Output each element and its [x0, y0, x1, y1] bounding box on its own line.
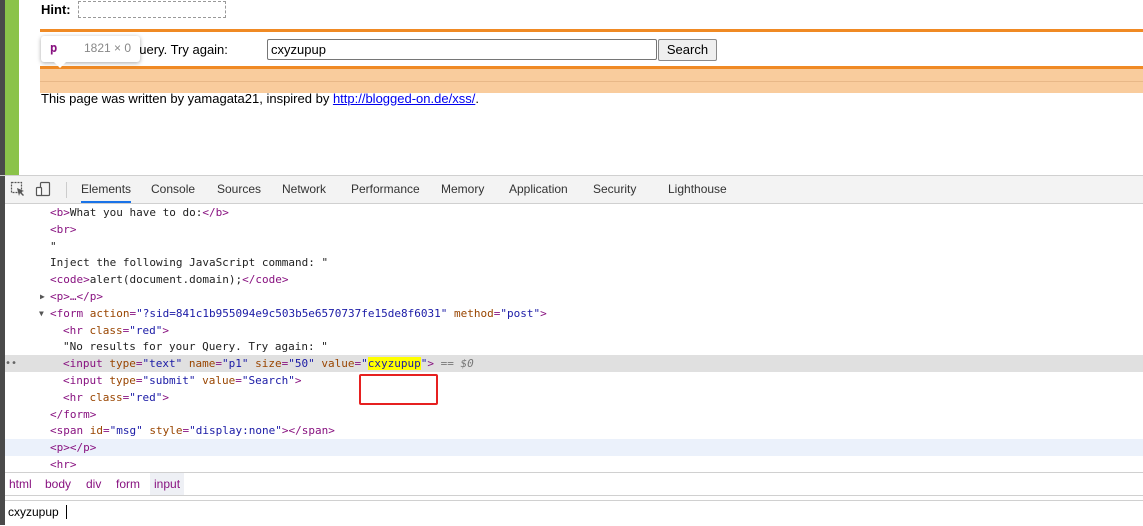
console-input-text: cxyzupup — [8, 505, 59, 519]
breadcrumb-input[interactable]: input — [150, 473, 185, 495]
inspect-icon[interactable] — [10, 181, 26, 197]
dom-node-form-close[interactable]: </form> — [5, 406, 1143, 423]
breadcrumb-body[interactable]: body — [41, 473, 75, 495]
dom-node-p-hovered[interactable]: <p></p> — [5, 439, 1143, 456]
dom-node-hr[interactable]: <hr> — [5, 456, 1143, 472]
footer-text: This page was written by yamagata21, ins… — [41, 91, 479, 106]
hint-label: Hint: — [41, 2, 71, 17]
dom-node-span-msg[interactable]: <span id="msg" style="display:none"></sp… — [5, 422, 1143, 439]
tooltip-dimensions: 1821 × 0 — [84, 41, 132, 55]
tooltip-tag: p — [50, 41, 58, 55]
tab-elements[interactable]: Elements — [81, 176, 132, 203]
dom-node-input-selected[interactable]: •• <input type="text" name="p1" size="50"… — [5, 355, 1143, 372]
tab-security[interactable]: Security — [593, 176, 636, 203]
devtools-panel: Elements Console Sources Network Perform… — [0, 175, 1143, 526]
tooltip-arrow — [54, 62, 66, 68]
hint-box — [78, 1, 226, 18]
text-caret — [66, 505, 67, 519]
dom-node-hr[interactable]: <hr class="red"> — [5, 322, 1143, 339]
tab-application[interactable]: Application — [509, 176, 568, 203]
dom-node-br[interactable]: <br> — [5, 221, 1143, 238]
element-tooltip: p 1821 × 0 — [41, 36, 140, 68]
breadcrumb: html body div form input — [5, 472, 1143, 496]
dom-text-node[interactable]: Inject the following JavaScript command:… — [5, 254, 1143, 271]
tab-console[interactable]: Console — [151, 176, 195, 203]
dom-node-hr[interactable]: <hr class="red"> — [5, 389, 1143, 406]
web-page-viewport: Hint: No results four Query. Try again: … — [0, 0, 1143, 175]
dom-text-node[interactable]: "No results for your Query. Try again: " — [5, 338, 1143, 355]
device-toggle-icon[interactable] — [35, 181, 51, 197]
console-drawer-input[interactable]: cxyzupup — [5, 500, 1143, 526]
toolbar-separator — [66, 182, 67, 198]
devtools-toolbar: Elements Console Sources Network Perform… — [5, 176, 1143, 204]
tab-network[interactable]: Network — [282, 176, 326, 203]
breadcrumb-div[interactable]: div — [82, 473, 105, 495]
elements-tree: <b>What you have to do:</b> <br> " Injec… — [5, 204, 1143, 472]
dom-node-code[interactable]: <code>alert(document.domain);</code> — [5, 271, 1143, 288]
breadcrumb-form[interactable]: form — [112, 473, 144, 495]
footer-link[interactable]: http://blogged-on.de/xss/ — [333, 91, 475, 106]
breadcrumb-html[interactable]: html — [5, 473, 36, 495]
left-green-bar — [5, 0, 19, 175]
collapse-triangle-icon[interactable]: ▼ — [39, 305, 44, 322]
value-search-highlight: cxyzupup — [367, 357, 421, 370]
dom-node-input-submit[interactable]: <input type="submit" value="Search"> — [5, 372, 1143, 389]
red-hr-top — [40, 29, 1143, 32]
tab-memory[interactable]: Memory — [441, 176, 484, 203]
search-button[interactable]: Search — [658, 39, 717, 61]
red-annotation-box — [359, 374, 438, 405]
dom-node-b[interactable]: <b>What you have to do:</b> — [5, 204, 1143, 221]
tab-performance[interactable]: Performance — [351, 176, 420, 203]
dom-node-form[interactable]: ▼ <form action="?sid=841c1b955094e9c503b5… — [5, 305, 1143, 322]
dom-node-p-collapsed[interactable]: ▶ <p>…</p> — [5, 288, 1143, 305]
highlight-overlay-line — [40, 81, 1143, 82]
dom-text-node[interactable]: " — [5, 238, 1143, 255]
expand-triangle-icon[interactable]: ▶ — [40, 288, 45, 305]
query-input[interactable]: cxyzupup — [267, 39, 657, 60]
selected-node-dots: •• — [5, 358, 18, 369]
tab-lighthouse[interactable]: Lighthouse — [668, 176, 727, 203]
tab-sources[interactable]: Sources — [217, 176, 261, 203]
